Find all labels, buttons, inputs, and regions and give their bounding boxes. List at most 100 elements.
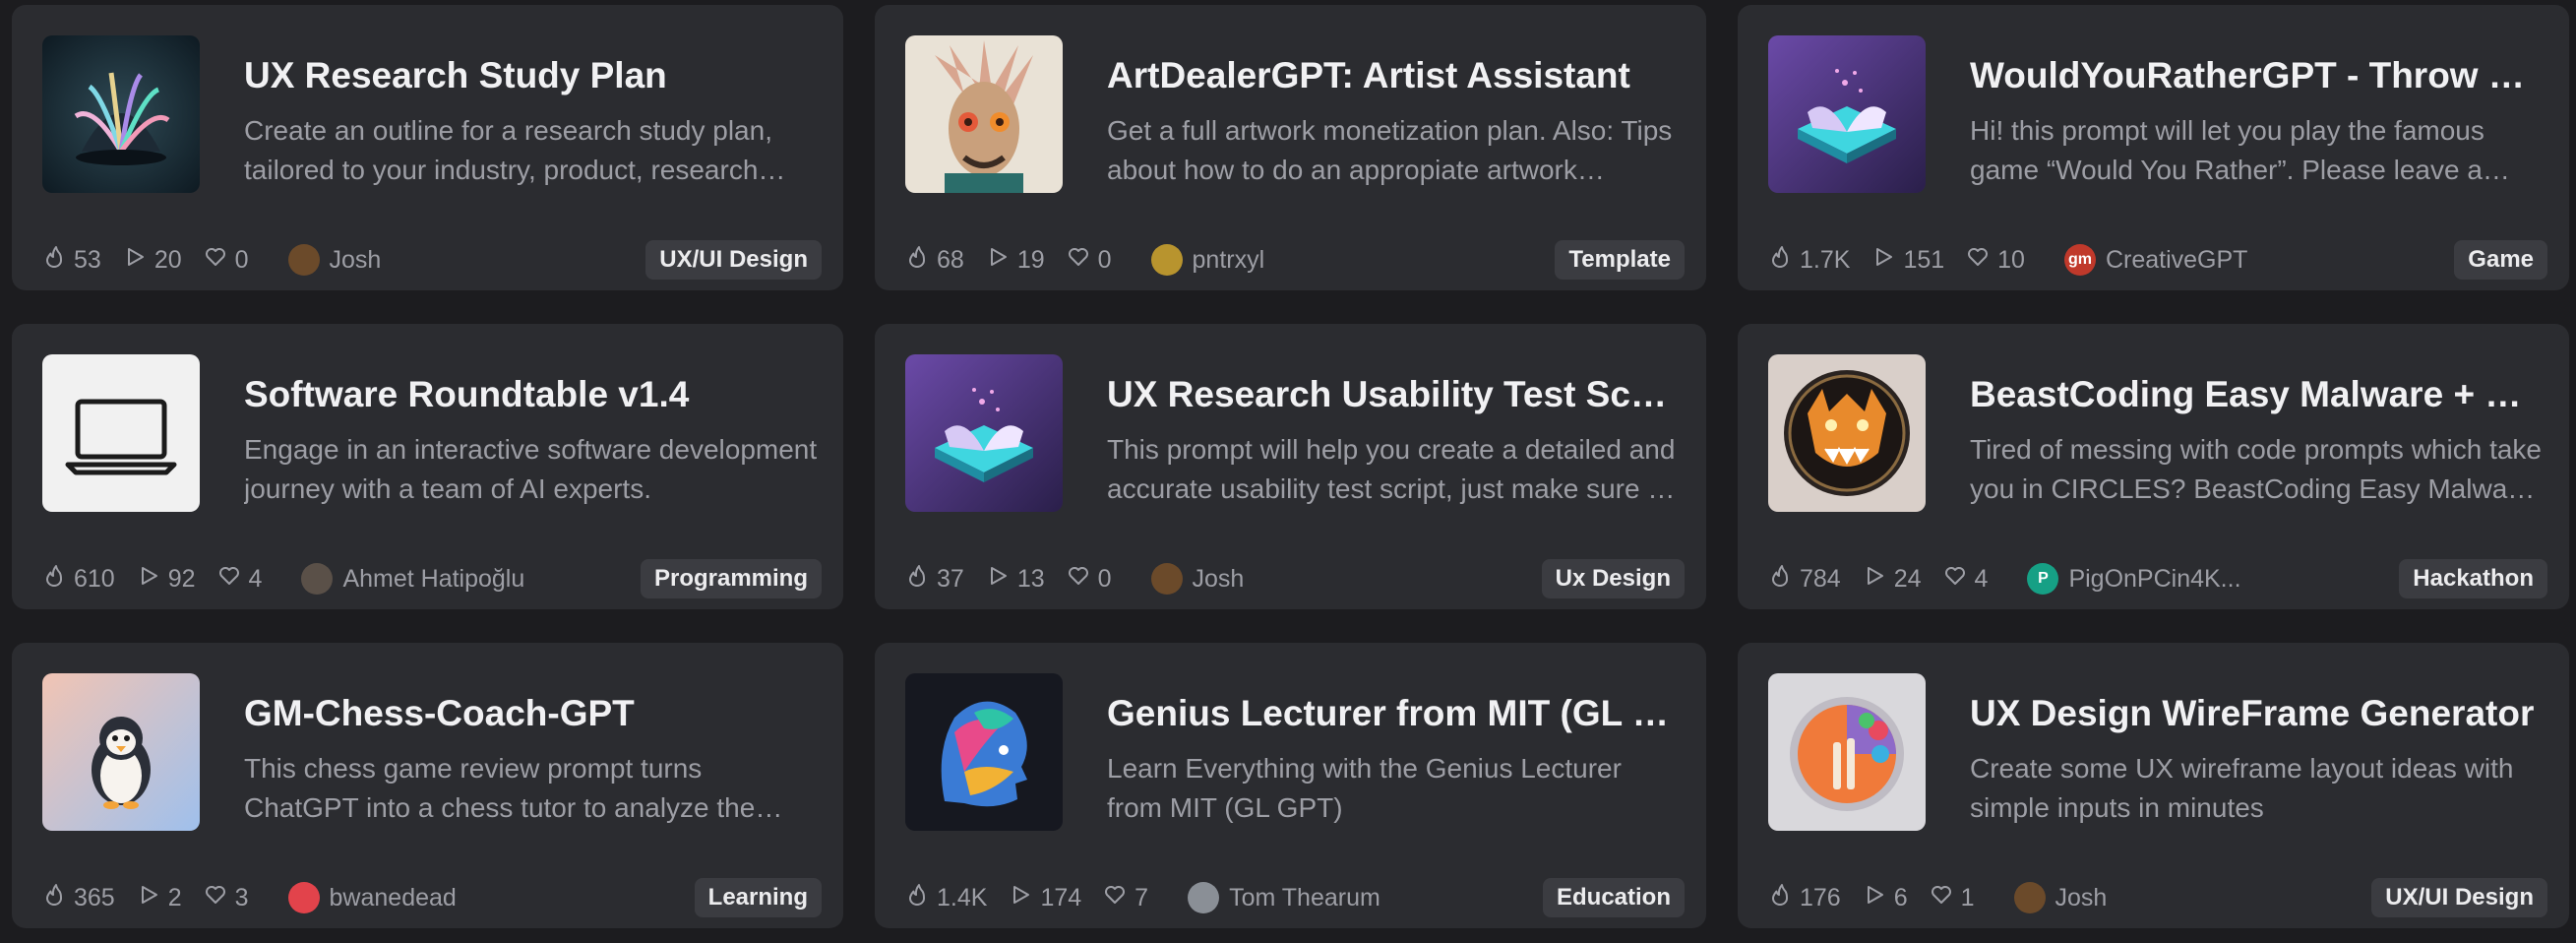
card-footer: 784 24 4 P PigOnPCin4K... Hackathon — [1768, 558, 2547, 599]
likes-stat[interactable]: 7 — [1103, 883, 1148, 913]
category-tag[interactable]: Learning — [694, 878, 822, 917]
likes-count: 4 — [1974, 564, 1989, 593]
card-title[interactable]: Software Roundtable v1.4 — [244, 373, 818, 416]
card-title[interactable]: UX Research Study Plan — [244, 54, 818, 97]
card-title[interactable]: UX Design WireFrame Generator — [1970, 692, 2544, 735]
category-tag[interactable]: Ux Design — [1541, 559, 1685, 598]
card-footer: 1.7K 151 10 gm CreativeGPT Game — [1768, 239, 2547, 281]
prompt-card[interactable]: UX Research Study Plan Create an outline… — [12, 5, 843, 290]
avatar: gm — [2063, 244, 2096, 276]
heart-icon[interactable] — [204, 245, 235, 276]
author-name[interactable]: PigOnPCin4K... — [2068, 565, 2240, 594]
author-link[interactable]: Josh — [2013, 882, 2108, 913]
laptop-icon — [42, 354, 200, 512]
likes-stat[interactable]: 0 — [1067, 564, 1112, 595]
card-title[interactable]: Genius Lecturer from MIT (GL GPT) — [1107, 692, 1681, 735]
category-tag[interactable]: Game — [2454, 240, 2547, 280]
likes-stat[interactable]: 1 — [1930, 883, 1975, 913]
author-name[interactable]: Ahmet Hatipoğlu — [342, 565, 524, 594]
card-footer: 37 13 0 Josh Ux Design — [905, 558, 1685, 599]
card-title[interactable]: ArtDealerGPT: Artist Assistant — [1107, 54, 1681, 97]
colorful-face-icon — [905, 673, 1063, 831]
author-name[interactable]: pntrxyl — [1193, 246, 1265, 275]
author-link[interactable]: Josh — [1150, 563, 1245, 595]
views-stat: 53 — [42, 245, 101, 276]
author-name[interactable]: Josh — [330, 246, 382, 275]
runs-count: 6 — [1893, 883, 1908, 912]
views-count: 37 — [937, 564, 964, 593]
runs-stat: 19 — [986, 245, 1045, 276]
play-icon — [1863, 883, 1894, 913]
likes-stat[interactable]: 3 — [204, 883, 249, 913]
heart-icon[interactable] — [1943, 564, 1975, 595]
runs-count: 174 — [1040, 883, 1082, 912]
play-icon — [1871, 245, 1903, 276]
prompt-card[interactable]: UX Research Usability Test Script This p… — [875, 324, 1706, 609]
author-name[interactable]: bwanedead — [330, 884, 457, 912]
card-title[interactable]: WouldYouRatherGPT - Throw Up or Stay? — [1970, 54, 2544, 97]
heart-icon[interactable] — [1966, 245, 1997, 276]
card-title[interactable]: UX Research Usability Test Script — [1107, 373, 1681, 416]
views-count: 1.4K — [937, 883, 988, 912]
prompt-card[interactable]: Genius Lecturer from MIT (GL GPT) Learn … — [875, 643, 1706, 928]
likes-stat[interactable]: 10 — [1966, 245, 2025, 276]
category-tag[interactable]: Education — [1542, 878, 1685, 917]
category-tag[interactable]: UX/UI Design — [645, 240, 822, 280]
author-link[interactable]: pntrxyl — [1150, 244, 1265, 276]
prompt-card[interactable]: BeastCoding Easy Malware + Obfuscation T… — [1738, 324, 2569, 609]
heart-icon[interactable] — [1067, 245, 1098, 276]
prompt-card[interactable]: GM-Chess-Coach-GPT This chess game revie… — [12, 643, 843, 928]
prompt-card[interactable]: ArtDealerGPT: Artist Assistant Get a ful… — [875, 5, 1706, 290]
author-link[interactable]: P PigOnPCin4K... — [2027, 563, 2241, 595]
author-link[interactable]: bwanedead — [287, 882, 457, 913]
category-tag[interactable]: UX/UI Design — [2371, 878, 2547, 917]
cyborg-portrait-icon — [905, 35, 1063, 193]
prompt-card[interactable]: WouldYouRatherGPT - Throw Up or Stay? Hi… — [1738, 5, 2569, 290]
author-link[interactable]: Ahmet Hatipoğlu — [301, 563, 524, 595]
avatar — [287, 882, 320, 913]
category-tag[interactable]: Programming — [640, 559, 822, 598]
prompt-card[interactable]: UX Design WireFrame Generator Create som… — [1738, 643, 2569, 928]
author-name[interactable]: Josh — [2055, 884, 2108, 912]
likes-stat[interactable]: 4 — [217, 564, 262, 595]
avatar — [287, 244, 320, 276]
views-stat: 784 — [1768, 564, 1841, 595]
play-icon — [137, 883, 168, 913]
card-title[interactable]: BeastCoding Easy Malware + Obfuscation — [1970, 373, 2544, 416]
card-description: Create an outline for a research study p… — [244, 115, 772, 185]
card-footer: 53 20 0 Josh UX/UI Design — [42, 239, 822, 281]
author-name[interactable]: Josh — [1193, 565, 1245, 594]
views-count: 610 — [74, 564, 115, 593]
likes-stat[interactable]: 0 — [1067, 245, 1112, 276]
heart-icon[interactable] — [204, 883, 235, 913]
prompt-card[interactable]: Software Roundtable v1.4 Engage in an in… — [12, 324, 843, 609]
likes-stat[interactable]: 4 — [1943, 564, 1989, 595]
category-tag[interactable]: Template — [1555, 240, 1685, 280]
heart-icon[interactable] — [217, 564, 249, 595]
card-description: Create some UX wireframe layout ideas wi… — [1970, 753, 2514, 823]
prompt-grid: UX Research Study Plan Create an outline… — [12, 5, 2569, 928]
views-stat: 176 — [1768, 883, 1841, 913]
runs-count: 24 — [1893, 564, 1922, 593]
author-link[interactable]: Josh — [287, 244, 382, 276]
beast-icon — [1768, 354, 1926, 512]
category-tag[interactable]: Hackathon — [2399, 559, 2547, 598]
views-count: 365 — [74, 883, 115, 912]
author-link[interactable]: Tom Thearum — [1188, 882, 1380, 913]
author-name[interactable]: CreativeGPT — [2106, 246, 2247, 275]
avatar — [1150, 563, 1183, 595]
likes-stat[interactable]: 0 — [204, 245, 249, 276]
heart-icon[interactable] — [1067, 564, 1098, 595]
views-stat: 610 — [42, 564, 115, 595]
author-name[interactable]: Tom Thearum — [1229, 884, 1380, 912]
card-description: Learn Everything with the Genius Lecture… — [1107, 753, 1622, 823]
views-count: 1.7K — [1800, 245, 1851, 274]
heart-icon[interactable] — [1930, 883, 1961, 913]
heart-icon[interactable] — [1103, 883, 1135, 913]
views-stat: 68 — [905, 245, 964, 276]
runs-stat: 13 — [986, 564, 1045, 595]
author-link[interactable]: gm CreativeGPT — [2063, 244, 2247, 276]
avatar — [301, 563, 334, 595]
card-title[interactable]: GM-Chess-Coach-GPT — [244, 692, 818, 735]
flame-icon — [905, 245, 937, 276]
